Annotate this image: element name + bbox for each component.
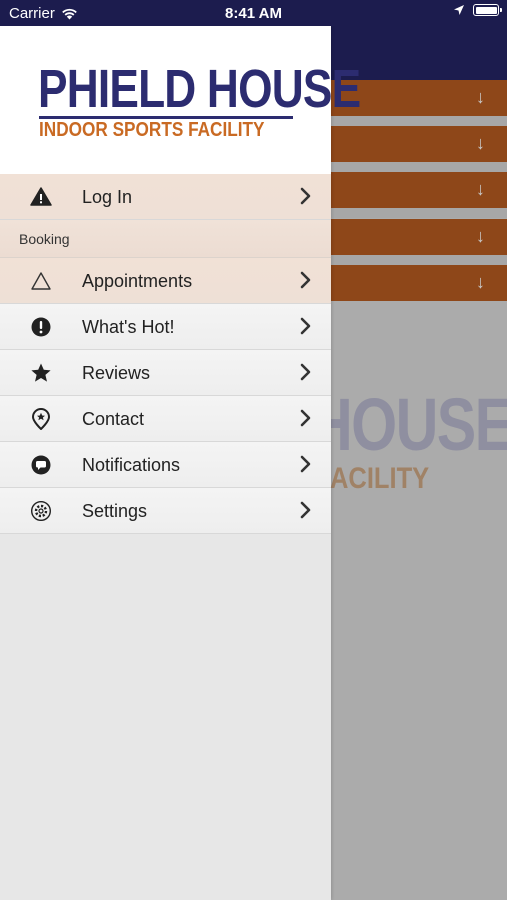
drawer-header: PHIELD HOUSE INDOOR SPORTS FACILITY (0, 26, 361, 174)
logo-title: PHIELD HOUSE (38, 59, 361, 119)
status-time: 8:41 AM (225, 5, 282, 22)
location-arrow-icon (454, 5, 464, 15)
chevron-right-icon (300, 271, 311, 289)
section-label: Booking (19, 231, 70, 247)
menu-item-contact[interactable]: Contact (0, 396, 331, 442)
logo-subtitle: INDOOR SPORTS FACILITY (39, 119, 265, 141)
warning-icon (30, 187, 52, 206)
chevron-right-icon (300, 187, 311, 205)
menu-item-label: What's Hot! (82, 317, 175, 337)
chevron-right-icon (300, 455, 311, 473)
star-icon (31, 363, 51, 382)
menu-item-label: Log In (82, 187, 133, 207)
chevron-right-icon (300, 317, 311, 335)
menu-item-settings[interactable]: Settings (0, 488, 331, 534)
battery-icon (473, 4, 502, 16)
arrow-down-icon: ↓ (476, 226, 485, 246)
exclamation-circle-icon (31, 317, 51, 337)
background-logo-sub: ACILITY (330, 462, 430, 495)
status-right (453, 4, 502, 16)
chevron-right-icon (300, 409, 311, 427)
side-drawer: PHIELD HOUSE INDOOR SPORTS FACILITY Log … (0, 26, 361, 900)
menu-item-label: Contact (82, 409, 145, 429)
arrow-down-icon: ↓ (476, 133, 485, 153)
chevron-right-icon (300, 363, 311, 381)
triangle-outline-icon (31, 272, 51, 290)
menu-item-appointments[interactable]: Appointments (0, 258, 331, 304)
menu-item-label: Notifications (82, 455, 181, 475)
chat-bubble-icon (31, 455, 51, 475)
status-bar: Carrier 8:41 AM (0, 0, 507, 26)
map-pin-icon (31, 408, 51, 430)
menu-item-label: Settings (82, 501, 148, 521)
gear-icon (30, 500, 52, 522)
background-logo-main: HOUSE (310, 383, 507, 466)
arrow-down-icon: ↓ (476, 272, 485, 292)
menu-item-label: Reviews (82, 363, 151, 383)
menu-item-label: Appointments (82, 271, 193, 291)
menu-item-log-in[interactable]: Log In (0, 174, 331, 220)
menu-item-notifications[interactable]: Notifications (0, 442, 331, 488)
menu-item-whats-hot[interactable]: What's Hot! (0, 304, 331, 350)
chevron-right-icon (300, 501, 311, 519)
arrow-down-icon: ↓ (476, 179, 485, 199)
menu-item-reviews[interactable]: Reviews (0, 350, 331, 396)
arrow-down-icon: ↓ (476, 87, 485, 107)
section-header-booking: Booking (0, 220, 331, 258)
